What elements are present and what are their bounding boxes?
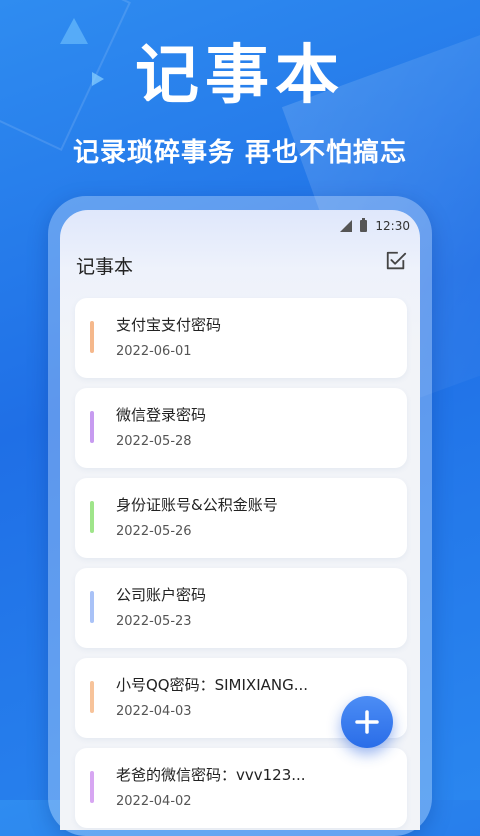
note-accent-bar <box>90 321 94 353</box>
battery-icon <box>360 218 368 232</box>
app-title: 记事本 <box>76 256 134 278</box>
status-bar: 12:30 <box>340 216 410 236</box>
note-title: 身份证账号&公积金账号 <box>116 496 278 514</box>
plus-icon <box>355 710 379 734</box>
note-date: 2022-05-26 <box>116 524 192 539</box>
note-accent-bar <box>90 591 94 623</box>
note-accent-bar <box>90 771 94 803</box>
note-accent-bar <box>90 681 94 713</box>
note-card[interactable]: 支付宝支付密码 2022-06-01 <box>75 298 407 378</box>
signal-icon <box>340 220 353 232</box>
note-date: 2022-05-28 <box>116 434 192 449</box>
checkbox-edit-icon[interactable] <box>385 250 407 272</box>
note-date: 2022-06-01 <box>116 344 192 359</box>
note-title: 公司账户密码 <box>116 586 207 604</box>
note-date: 2022-04-02 <box>116 794 192 809</box>
hero-title: 记事本 <box>135 39 345 113</box>
note-card[interactable]: 微信登录密码 2022-05-28 <box>75 388 407 468</box>
note-card[interactable]: 老爸的微信密码：vvv123... 2022-04-02 <box>75 748 407 828</box>
note-card[interactable]: 公司账户密码 2022-05-23 <box>75 568 407 648</box>
note-title: 微信登录密码 <box>116 406 207 424</box>
note-date: 2022-05-23 <box>116 614 192 629</box>
status-time: 12:30 <box>375 219 410 233</box>
add-note-button[interactable] <box>341 696 393 748</box>
note-list: 支付宝支付密码 2022-06-01 微信登录密码 2022-05-28 身份证… <box>75 298 407 830</box>
note-date: 2022-04-03 <box>116 704 192 719</box>
note-title: 支付宝支付密码 <box>116 316 222 334</box>
note-title: 小号QQ密码：SIMIXIANG... <box>116 676 309 694</box>
note-accent-bar <box>90 501 94 533</box>
note-card[interactable]: 身份证账号&公积金账号 2022-05-26 <box>75 478 407 558</box>
note-accent-bar <box>90 411 94 443</box>
hero-subtitle: 记录琐碎事务 再也不怕搞忘 <box>72 138 408 168</box>
note-title: 老爸的微信密码：vvv123... <box>116 766 306 784</box>
